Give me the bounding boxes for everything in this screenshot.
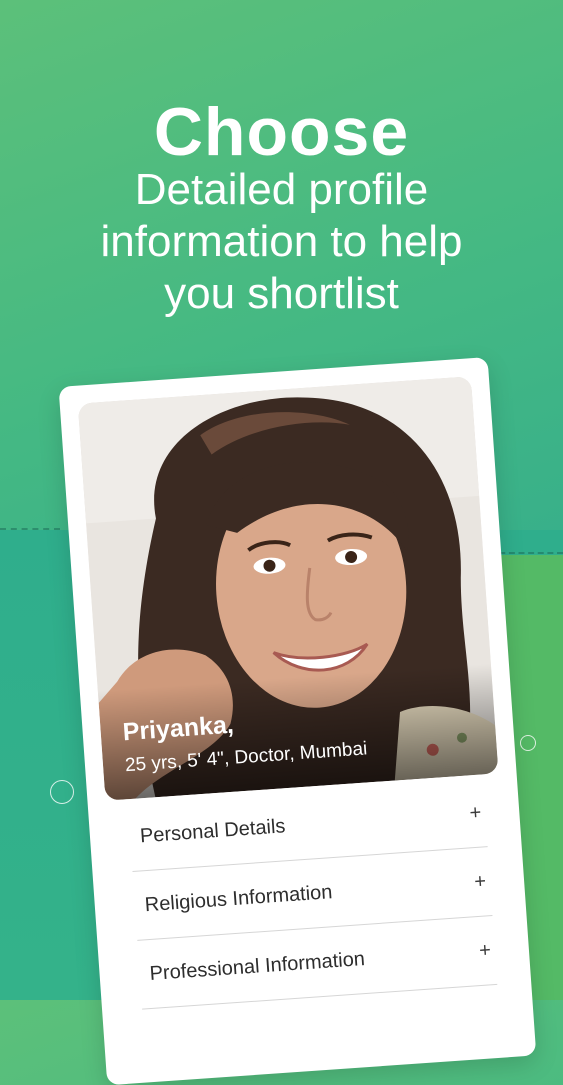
decorative-dash-left: [0, 528, 60, 530]
page-subtitle: Detailed profile information to help you…: [40, 164, 523, 320]
decorative-circle-2: [50, 780, 74, 804]
plus-icon[interactable]: +: [478, 938, 495, 962]
subtitle-line-2: information to help: [100, 217, 463, 266]
profile-card[interactable]: Priyanka, 25 yrs, 5' 4", Doctor, Mumbai …: [58, 357, 537, 1085]
section-label: Personal Details: [139, 814, 287, 847]
page-title: Choose: [153, 93, 410, 170]
decorative-circle-1: [520, 735, 536, 751]
profile-sections-list: Personal Details + Religious Information…: [127, 778, 498, 1010]
section-label: Professional Information: [148, 947, 366, 985]
profile-photo[interactable]: Priyanka, 25 yrs, 5' 4", Doctor, Mumbai: [77, 376, 499, 801]
plus-icon[interactable]: +: [474, 870, 491, 894]
subtitle-line-1: Detailed profile: [134, 165, 429, 214]
section-label: Religious Information: [144, 880, 334, 916]
plus-icon[interactable]: +: [469, 801, 486, 825]
subtitle-line-3: you shortlist: [164, 269, 399, 318]
